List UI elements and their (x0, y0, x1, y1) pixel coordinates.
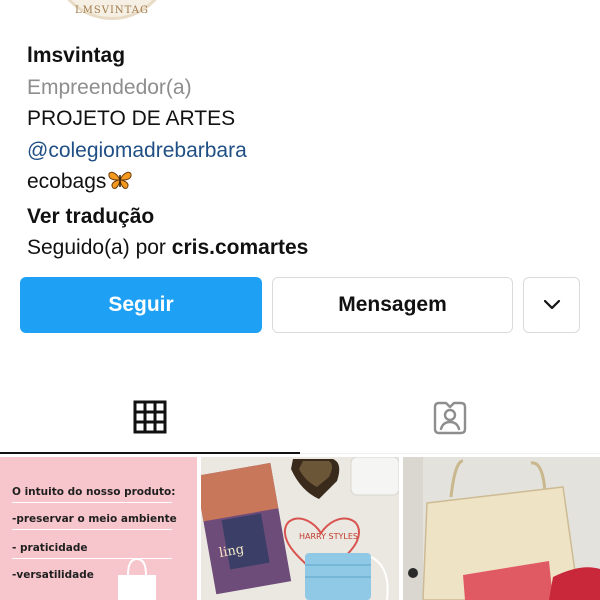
divider (12, 529, 172, 530)
posts-grid: O intuito do nosso produto: -preservar o… (0, 457, 600, 600)
bio-ecobags-text: ecobags (27, 170, 107, 193)
post-thumbnail[interactable] (403, 457, 600, 600)
translate-link[interactable]: Ver tradução (27, 201, 587, 233)
post-thumbnail[interactable]: ling HARRY STYLES (201, 457, 399, 600)
username: lmsvintag (27, 44, 126, 67)
follow-button[interactable]: Seguir (20, 277, 262, 333)
profile-tabs (0, 382, 600, 454)
tote-bag-illustration (118, 557, 156, 600)
followed-prefix: Seguido(a) por (27, 236, 172, 259)
tagged-icon (433, 401, 467, 434)
post-item-text: - praticidade (12, 542, 88, 554)
post-item-text: -versatilidade (12, 569, 94, 581)
followed-by[interactable]: Seguido(a) por cris.comartes (27, 232, 587, 264)
message-button[interactable]: Mensagem (272, 277, 513, 333)
bio-line-ecobags: ecobags (27, 166, 587, 201)
grid-icon (133, 400, 167, 434)
butterfly-icon (107, 169, 133, 201)
tab-tagged[interactable] (300, 382, 600, 454)
chevron-down-icon (543, 299, 560, 310)
post-title-text: O intuito do nosso produto: (12, 486, 176, 498)
divider (12, 502, 172, 503)
profile-bio: lmsvintag Empreendedor(a) PROJETO DE ART… (27, 40, 587, 264)
suggested-accounts-button[interactable] (523, 277, 580, 333)
avatar[interactable]: LMSVINTAG (52, 0, 172, 22)
profile-category: Empreendedor(a) (27, 75, 192, 99)
tab-posts-grid[interactable] (0, 382, 300, 454)
followed-by-name[interactable]: cris.comartes (172, 236, 309, 259)
post-item-text: -preservar o meio ambiente (12, 513, 177, 525)
post-photo (403, 457, 600, 600)
avatar-text: LMSVINTAG (75, 5, 149, 16)
mention-link[interactable]: @colegiomadrebarbara (27, 135, 587, 167)
bio-line-projeto: PROJETO DE ARTES (27, 107, 236, 130)
post-thumbnail[interactable]: O intuito do nosso produto: -preservar o… (0, 457, 197, 600)
heart-doodle-text: HARRY STYLES (299, 532, 358, 541)
post-photo: ling HARRY STYLES (201, 457, 399, 600)
